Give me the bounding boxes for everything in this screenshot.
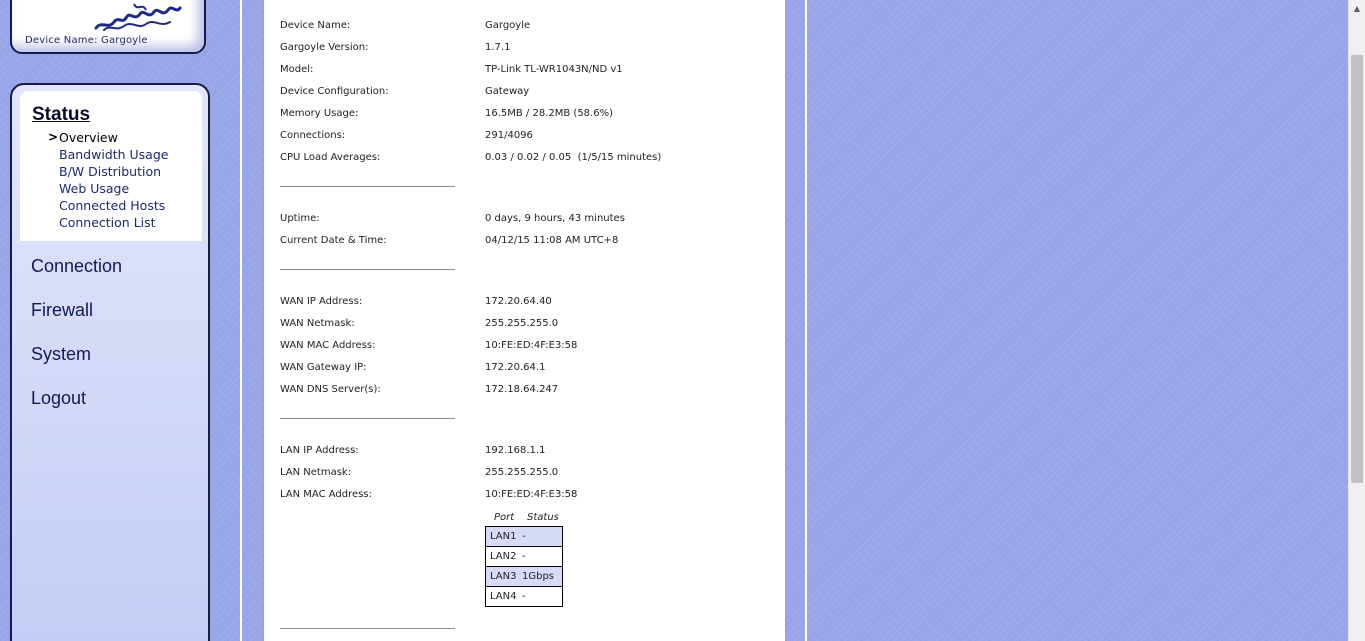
- divider: [280, 628, 455, 629]
- subnav-item-connected-hosts[interactable]: Connected Hosts: [48, 197, 168, 214]
- main-nav: Connection Firewall System Logout: [22, 245, 200, 421]
- port-table-header: Port Status: [485, 510, 563, 526]
- nav-item-firewall[interactable]: Firewall: [22, 289, 200, 333]
- divider: [280, 269, 455, 270]
- port-name: LAN1: [485, 526, 518, 547]
- port-status: -: [518, 586, 563, 607]
- port-status-table: Port Status LAN1 - LAN2 - LAN3 1Gbps LAN…: [485, 510, 563, 607]
- device-name-caption: Device Name: Gargoyle: [25, 35, 148, 46]
- nav-item-connection[interactable]: Connection: [22, 245, 200, 289]
- table-row: LAN1 -: [485, 526, 563, 547]
- nav-item-system[interactable]: System: [22, 333, 200, 377]
- nav-section-status[interactable]: Status: [32, 104, 90, 126]
- nav-panel: Status > Overview Bandwidth Usage B/W Di…: [10, 83, 210, 641]
- port-name: LAN2: [485, 546, 518, 567]
- port-column-header: Port: [494, 512, 515, 523]
- table-row: LAN3 1Gbps: [485, 566, 563, 587]
- port-name: LAN4: [485, 586, 518, 607]
- active-arrow-icon: >: [48, 130, 59, 144]
- scrollbar-thumb[interactable]: [1351, 55, 1363, 483]
- subnav-item-web-usage[interactable]: Web Usage: [48, 180, 168, 197]
- page-scrollbar[interactable]: ▲: [1348, 0, 1365, 641]
- logo-box: Device Name: Gargoyle: [10, 0, 206, 54]
- divider: [280, 418, 455, 419]
- nav-item-logout[interactable]: Logout: [22, 377, 200, 421]
- overview-content: Device Name: Gargoyle Gargoyle Version: 1.…: [263, 0, 786, 641]
- left-rail: [240, 0, 242, 641]
- divider: [280, 186, 455, 187]
- port-status: 1Gbps: [518, 566, 563, 587]
- port-status: -: [518, 526, 563, 547]
- scroll-up-arrow-icon[interactable]: ▲: [1349, 0, 1365, 17]
- port-status: -: [518, 546, 563, 567]
- gargoyle-logo-icon: [94, 3, 182, 31]
- subnav-item-bw-distribution[interactable]: B/W Distribution: [48, 163, 168, 180]
- status-subnav: > Overview Bandwidth Usage B/W Distribut…: [48, 129, 168, 231]
- port-name: LAN3: [485, 566, 518, 587]
- subnav-item-overview[interactable]: > Overview: [48, 129, 168, 146]
- table-row: LAN2 -: [485, 546, 563, 567]
- subnav-item-connection-list[interactable]: Connection List: [48, 214, 168, 231]
- port-grid: LAN1 - LAN2 - LAN3 1Gbps LAN4 -: [485, 526, 563, 607]
- subnav-item-bandwidth-usage[interactable]: Bandwidth Usage: [48, 146, 168, 163]
- right-rail: [805, 0, 807, 641]
- table-row: LAN4 -: [485, 586, 563, 607]
- status-column-header: Status: [527, 512, 559, 523]
